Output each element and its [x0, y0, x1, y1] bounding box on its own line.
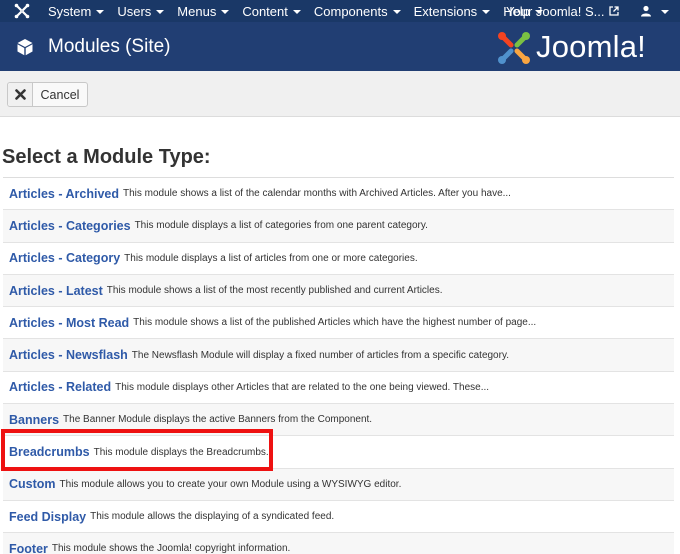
menu-menus-label: Menus: [177, 3, 217, 19]
module-type-link[interactable]: Articles - Archived: [9, 187, 119, 201]
module-type-row[interactable]: Articles - Newsflash The Newsflash Module…: [3, 339, 674, 372]
module-type-row[interactable]: Feed Display This module allows the displ…: [3, 501, 674, 534]
menu-extensions-label: Extensions: [413, 3, 478, 19]
module-type-row[interactable]: Custom This module allows you to create y…: [3, 468, 674, 501]
cancel-button-label: Cancel: [40, 87, 80, 102]
site-preview-label: Your Joomla! S...: [506, 3, 605, 19]
chevron-down-icon: [96, 9, 105, 14]
section-title: Select a Module Type:: [2, 146, 211, 168]
module-type-list: Articles - Archived This module shows a l…: [3, 177, 674, 554]
user-icon: [641, 5, 651, 17]
page-title: Modules (Site): [48, 36, 171, 57]
module-type-description: This module displays a list of categorie…: [134, 220, 428, 232]
module-type-row[interactable]: Articles - Latest This module shows a lis…: [3, 274, 674, 308]
module-type-description: The Banner Module displays the active Ba…: [63, 414, 373, 426]
menu-content[interactable]: Content: [242, 4, 301, 19]
chevron-down-icon: [661, 9, 669, 14]
module-type-row[interactable]: Breadcrumbs This module displays the Brea…: [3, 436, 674, 469]
module-type-description: This module shows the Joomla! copyright …: [51, 543, 291, 554]
external-link-icon: [608, 6, 619, 16]
module-type-description: This module displays the Breadcrumbs.: [93, 446, 269, 458]
module-type-description: This module shows a list of the calendar…: [123, 188, 511, 200]
page-header: Modules (Site) Joomla!: [0, 22, 680, 71]
user-menu[interactable]: [640, 0, 669, 22]
module-type-row[interactable]: Articles - Categories This module display…: [3, 210, 674, 243]
module-type-description: This module shows a list of the most rec…: [106, 285, 443, 297]
close-icon: [14, 89, 26, 100]
chevron-down-icon: [221, 9, 230, 14]
menu-system[interactable]: System: [48, 3, 105, 19]
module-type-description: This module displays a list of articles …: [124, 252, 418, 264]
main-menu: System Users Menus Content Components Ex…: [48, 0, 556, 22]
toolbar: Cancel: [0, 71, 680, 117]
module-type-link[interactable]: Banners: [9, 413, 59, 427]
menu-components[interactable]: Components: [314, 4, 401, 19]
module-type-link[interactable]: Articles - Latest: [9, 284, 103, 298]
chevron-down-icon: [156, 9, 165, 14]
joomla-logo-text: Joomla!: [536, 29, 646, 64]
chevron-down-icon: [482, 9, 491, 14]
menu-users[interactable]: Users: [117, 3, 165, 19]
module-type-link[interactable]: Articles - Related: [9, 380, 111, 394]
module-type-description: This module allows you to create your ow…: [59, 478, 402, 490]
module-type-row[interactable]: Articles - Most Read This module shows a …: [3, 307, 674, 340]
module-type-description: The Newsflash Module will display a fixe…: [131, 349, 509, 361]
menu-system-label: System: [48, 3, 92, 19]
menu-extensions[interactable]: Extensions: [414, 4, 491, 19]
module-type-row[interactable]: Articles - Category This module displays …: [3, 243, 674, 275]
module-type-link[interactable]: Articles - Newsflash: [9, 348, 128, 362]
menu-menus[interactable]: Menus: [177, 3, 230, 19]
menu-content-label: Content: [242, 3, 288, 19]
cancel-button[interactable]: Cancel: [7, 82, 88, 107]
module-type-description: This module allows the displaying of a s…: [90, 511, 335, 523]
module-type-row[interactable]: Banners The Banner Module displays the ac…: [3, 404, 674, 437]
module-type-row[interactable]: Footer This module shows the Joomla! copy…: [3, 533, 674, 554]
module-type-description: This module displays other Articles that…: [115, 381, 490, 393]
chevron-down-icon: [392, 9, 401, 14]
joomla-logo-icon: [498, 32, 530, 64]
module-type-link[interactable]: Feed Display: [9, 510, 86, 524]
site-preview-link[interactable]: Your Joomla! S...: [506, 0, 619, 22]
menu-users-label: Users: [117, 3, 152, 19]
joomla-icon[interactable]: [14, 3, 30, 19]
module-type-link[interactable]: Articles - Categories: [9, 219, 131, 233]
top-navbar: System Users Menus Content Components Ex…: [0, 0, 680, 22]
module-type-link[interactable]: Footer: [9, 542, 48, 554]
close-icon-box: [8, 83, 33, 106]
module-type-link[interactable]: Articles - Most Read: [9, 316, 129, 330]
menu-components-label: Components: [313, 3, 388, 19]
chevron-down-icon: [292, 9, 301, 14]
module-type-description: This module shows a list of the publishe…: [133, 317, 537, 329]
module-type-link[interactable]: Custom: [9, 477, 56, 491]
module-type-link[interactable]: Articles - Category: [9, 251, 120, 265]
module-type-row[interactable]: Articles - Archived This module shows a l…: [3, 178, 674, 211]
module-type-link[interactable]: Breadcrumbs: [9, 445, 90, 459]
module-type-row[interactable]: Articles - Related This module displays o…: [3, 372, 674, 405]
cube-icon: [17, 39, 33, 56]
